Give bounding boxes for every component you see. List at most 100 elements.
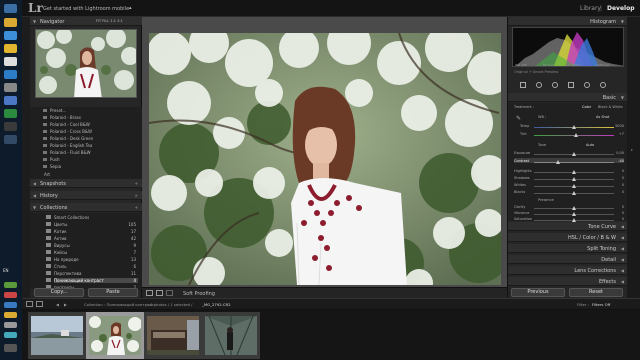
list-item[interactable]: Актив 42	[46, 236, 138, 241]
red-eye-icon[interactable]	[552, 82, 558, 88]
list-item[interactable]: Котик 17	[46, 229, 138, 234]
highlights-slider[interactable]	[534, 170, 614, 174]
list-item[interactable]: Цветы 105	[46, 222, 138, 227]
collection-source[interactable]: Collection : Понижающий контраст	[84, 302, 154, 307]
radial-filter-icon[interactable]	[584, 82, 590, 88]
preset-item[interactable]: Sepia	[42, 164, 61, 169]
browser-icon[interactable]	[4, 31, 17, 40]
contrast-knob[interactable]	[556, 160, 560, 164]
tray-icon[interactable]	[4, 322, 17, 328]
highlights-knob[interactable]	[572, 170, 576, 174]
explorer-icon[interactable]	[4, 18, 17, 27]
list-item[interactable]: Стиль 6	[46, 264, 138, 269]
history-header[interactable]: ◀ History ×	[30, 191, 142, 200]
preset-item[interactable]: Polaroid - Fluid B&W	[43, 150, 91, 155]
temp-slider[interactable]	[534, 125, 614, 129]
contrast-slider[interactable]	[534, 160, 614, 164]
preset-item[interactable]: Polaroid - Desk Green	[42, 136, 93, 141]
before-after-icon[interactable]	[156, 290, 163, 296]
tray-icon[interactable]	[4, 292, 17, 298]
tray-icon[interactable]	[4, 312, 17, 318]
shadows-value[interactable]: 0	[622, 176, 624, 180]
copy-button[interactable]: Copy...	[34, 288, 84, 297]
detail-header[interactable]: Detail ◀	[508, 255, 628, 264]
right-panel-scrollbar[interactable]: ▸	[627, 17, 640, 298]
saturation-slider[interactable]	[534, 218, 614, 222]
film-thumbnail-selected[interactable]	[86, 312, 144, 359]
module-library[interactable]: Library	[580, 5, 601, 12]
app-icon[interactable]	[4, 109, 17, 118]
graduated-filter-icon[interactable]	[568, 82, 574, 88]
tray-icon[interactable]	[4, 332, 17, 338]
wb-eyedropper-icon[interactable]: ✎	[516, 115, 521, 122]
preset-item[interactable]: Polaroid - Cross B&W	[43, 129, 92, 134]
list-item[interactable]: На природе 13	[46, 257, 138, 262]
clock-icon[interactable]	[4, 344, 17, 352]
basic-header[interactable]: Basic ▼	[508, 93, 628, 102]
app-icon[interactable]	[4, 96, 17, 105]
preset-item[interactable]: Polaroid - Cool B&W	[43, 122, 90, 127]
prev-arrow-icon[interactable]: ◀	[56, 302, 59, 307]
tint-knob[interactable]	[574, 133, 578, 137]
clarity-knob[interactable]	[572, 206, 576, 210]
zoom-options[interactable]: FIT FILL 1:1 3:1	[96, 19, 123, 23]
app-icon[interactable]	[4, 70, 17, 79]
clarity-slider[interactable]	[534, 206, 614, 210]
preset-item[interactable]: Push	[43, 157, 60, 162]
tone-curve-header[interactable]: Tone Curve ◀	[508, 222, 628, 231]
exposure-value[interactable]: 0.00	[616, 151, 624, 155]
clear-history-icon[interactable]: ×	[135, 193, 138, 198]
temp-knob[interactable]	[572, 125, 576, 129]
saturation-value[interactable]: 0	[622, 217, 624, 221]
lens-corrections-header[interactable]: Lens Corrections ◀	[508, 266, 628, 275]
snapshots-header[interactable]: ◀ Snapshots +	[30, 179, 142, 188]
effects-header[interactable]: Effects ◀	[508, 277, 628, 286]
collections-header[interactable]: ▼ Collections +	[30, 203, 142, 212]
lightroom-icon[interactable]	[4, 135, 17, 144]
start-icon[interactable]	[4, 4, 17, 13]
vibrance-slider[interactable]	[534, 212, 614, 216]
whites-slider[interactable]	[534, 184, 614, 188]
next-arrow-icon[interactable]: ▶	[64, 302, 67, 307]
blacks-knob[interactable]	[572, 191, 576, 195]
loupe-view-icon[interactable]	[146, 290, 153, 296]
preset-item[interactable]: Polaroid - English Tea	[42, 143, 92, 148]
contrast-value[interactable]: -40	[618, 159, 624, 163]
whites-value[interactable]: 0	[622, 183, 624, 187]
wb-dropdown[interactable]: As Shot	[596, 115, 609, 119]
previous-button[interactable]: Previous	[511, 288, 565, 297]
film-thumbnail[interactable]	[202, 312, 260, 359]
tint-slider[interactable]	[534, 133, 614, 137]
highlights-value[interactable]: 0	[622, 169, 624, 173]
adjustment-brush-icon[interactable]	[600, 82, 606, 88]
list-item[interactable]: Smart Collections	[46, 215, 138, 220]
vibrance-value[interactable]: 0	[622, 211, 624, 215]
histogram-graph[interactable]: ISO 100 50 mm f/2.8 1/250 sec	[512, 27, 624, 67]
compare-view-icon[interactable]	[166, 290, 173, 296]
collapse-right-icon[interactable]: ▸	[631, 147, 633, 152]
whites-knob[interactable]	[572, 184, 576, 188]
clarity-value[interactable]: 0	[622, 205, 624, 209]
module-develop[interactable]: Develop	[607, 5, 635, 12]
tray-icon[interactable]	[4, 302, 17, 308]
vibrance-knob[interactable]	[572, 212, 576, 216]
blacks-slider[interactable]	[534, 191, 614, 195]
chrome-icon[interactable]	[4, 44, 17, 53]
treatment-bw[interactable]: Black & White	[598, 105, 623, 109]
exposure-slider[interactable]	[534, 152, 614, 156]
add-collection-icon[interactable]: +	[135, 205, 138, 210]
language-indicator[interactable]: EN	[3, 268, 9, 273]
list-item[interactable]: Перспектива 11	[46, 271, 138, 276]
exposure-knob[interactable]	[572, 152, 576, 156]
temp-value[interactable]: 5000	[615, 124, 624, 128]
preset-folder[interactable]: Art	[44, 172, 50, 177]
split-toning-header[interactable]: Split Toning ◀	[508, 244, 628, 253]
hsl-header[interactable]: HSL / Color / B & W ◀	[508, 233, 628, 242]
reset-button[interactable]: Reset	[569, 288, 623, 297]
preset-item[interactable]: Polaroid - Brass	[43, 115, 81, 120]
histogram-header[interactable]: Histogram ▼	[508, 17, 628, 26]
grid-icon[interactable]	[36, 301, 43, 307]
tray-icon[interactable]	[4, 282, 17, 288]
soft-proofing-toggle[interactable]: Soft Proofing	[183, 291, 215, 297]
shadows-knob[interactable]	[572, 177, 576, 181]
